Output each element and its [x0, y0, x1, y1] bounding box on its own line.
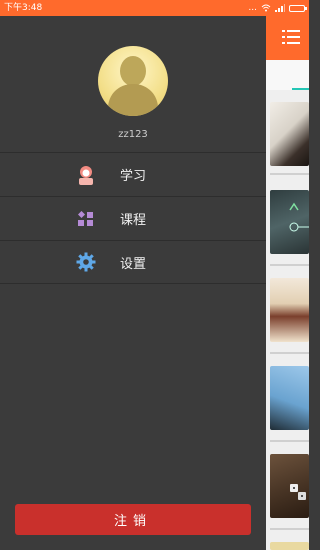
status-icons: ... [248, 0, 307, 16]
status-time: 下午3:48 [4, 3, 43, 13]
thumbnail-graphic [289, 202, 309, 232]
username: zz123 [118, 129, 148, 140]
navigation-drawer: zz123 学习 课程 设置 注销 [0, 16, 266, 550]
avatar[interactable] [98, 46, 168, 116]
battery-icon [289, 4, 307, 12]
divider [270, 352, 309, 354]
logout-button[interactable]: 注销 [15, 504, 251, 535]
menu-item-label: 设置 [120, 256, 147, 272]
drawer-menu: 学习 课程 设置 [0, 152, 266, 284]
menu-item-study[interactable]: 学习 [0, 152, 266, 196]
course-thumbnail[interactable] [270, 542, 309, 550]
divider [270, 440, 309, 442]
course-thumbnail[interactable] [270, 278, 309, 342]
menu-item-label: 学习 [120, 169, 147, 184]
signal-icon [275, 4, 285, 12]
course-thumbnail[interactable] [270, 454, 309, 518]
tab-bar[interactable] [266, 60, 309, 90]
course-thumbnail[interactable] [270, 190, 309, 254]
menu-icon[interactable] [282, 28, 300, 46]
divider [270, 264, 309, 266]
wifi-icon [261, 4, 271, 12]
study-person-icon [76, 165, 96, 185]
avatar-head [120, 56, 146, 86]
settings-gear-icon [76, 252, 96, 272]
thumbnail-graphic [290, 484, 306, 500]
course-thumbnail[interactable] [270, 102, 309, 166]
menu-item-course[interactable]: 课程 [0, 196, 266, 240]
background-content [266, 16, 309, 550]
status-bar: 下午3:48 ... [0, 0, 309, 16]
status-dots: ... [248, 3, 257, 13]
course-thumbnail[interactable] [270, 366, 309, 430]
divider [270, 173, 309, 175]
avatar-body [108, 84, 158, 116]
tab-indicator [292, 88, 309, 90]
app-root: 下午3:48 ... zz123 学习 课程 设置 注销 [0, 0, 309, 550]
course-grid-icon [76, 209, 96, 229]
divider [270, 528, 309, 530]
menu-item-label: 课程 [120, 213, 147, 228]
main-toolbar [266, 16, 309, 60]
menu-item-settings[interactable]: 设置 [0, 240, 266, 284]
